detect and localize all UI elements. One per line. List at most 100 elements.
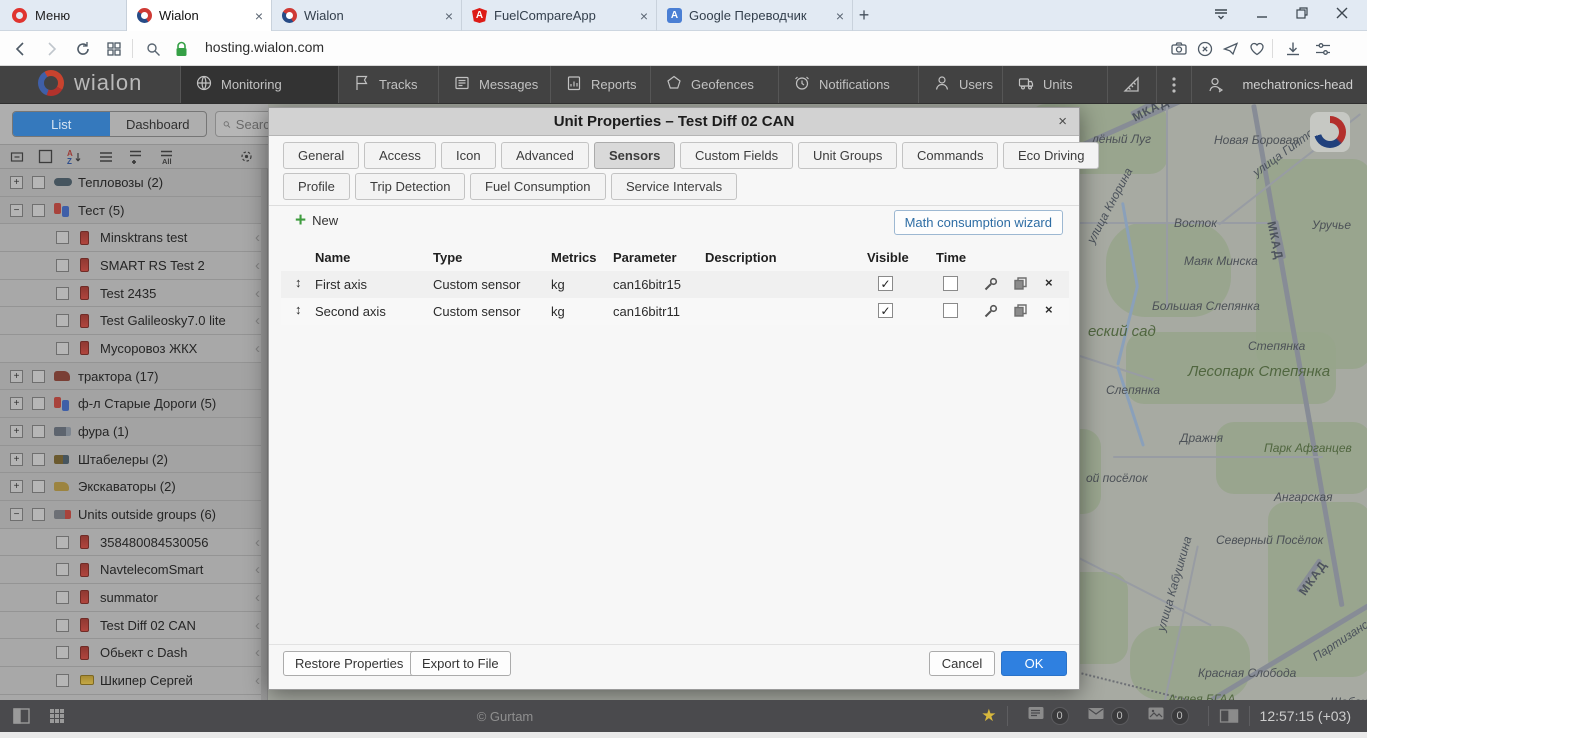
nav-item-geofences[interactable]: Geofences bbox=[650, 66, 778, 103]
close-window-button[interactable] bbox=[1335, 6, 1349, 25]
tree-item-label[interactable]: summator bbox=[100, 590, 158, 605]
browser-tab-1[interactable]: Wialon× bbox=[127, 0, 272, 31]
minimize-button[interactable] bbox=[1255, 6, 1269, 25]
tree-unit-row[interactable]: Test Galileosky7.0 lite ‹ bbox=[0, 307, 262, 335]
copy-icon[interactable] bbox=[1013, 303, 1028, 321]
ruler-tool-icon[interactable] bbox=[1107, 66, 1156, 103]
browser-tab-2[interactable]: Wialon× bbox=[272, 0, 462, 31]
username[interactable]: mechatronics-head bbox=[1240, 77, 1367, 92]
tree-group-row[interactable]: + Штабелеры (2) bbox=[0, 446, 262, 474]
tab-close-icon[interactable]: × bbox=[640, 8, 648, 24]
time-checkbox[interactable] bbox=[943, 276, 958, 291]
dialog-tab-access[interactable]: Access bbox=[364, 142, 436, 169]
url-text[interactable]: hosting.wialon.com bbox=[205, 39, 324, 55]
tree-item-label[interactable]: Шкипер Сергей bbox=[100, 673, 193, 688]
user-switch-icon[interactable] bbox=[1191, 66, 1240, 103]
tree-group-row[interactable]: −Units outside groups (6) bbox=[0, 501, 262, 529]
dialog-tab-icon[interactable]: Icon bbox=[441, 142, 496, 169]
nav-item-notifications[interactable]: Notifications bbox=[778, 66, 918, 103]
tree-checkbox[interactable] bbox=[56, 342, 69, 355]
tree-checkbox[interactable] bbox=[56, 619, 69, 632]
edit-wrench-icon[interactable] bbox=[983, 276, 999, 295]
visible-checkbox[interactable]: ✓ bbox=[878, 303, 893, 318]
tree-item-label[interactable]: фура (1) bbox=[78, 424, 129, 439]
restore-properties-button[interactable]: Restore Properties bbox=[283, 651, 415, 676]
tree-checkbox[interactable] bbox=[32, 453, 45, 466]
tree-checkbox[interactable] bbox=[56, 563, 69, 576]
select-all-checkbox-icon[interactable] bbox=[38, 149, 53, 164]
back-icon[interactable] bbox=[10, 38, 32, 60]
bookmark-heart-icon[interactable] bbox=[1246, 38, 1268, 60]
copy-icon[interactable] bbox=[1013, 276, 1028, 294]
tree-checkbox[interactable] bbox=[56, 231, 69, 244]
tree-unit-row[interactable]: Шкипер Сергей ‹ bbox=[0, 667, 262, 695]
drag-handle-icon[interactable]: ↕ bbox=[295, 302, 302, 317]
opera-menu-button[interactable]: Меню bbox=[0, 0, 127, 31]
dialog-tab-eco-driving[interactable]: Eco Driving bbox=[1003, 142, 1099, 169]
expand-icon[interactable]: + bbox=[10, 397, 23, 410]
tree-item-label[interactable]: Обьект с Dash bbox=[100, 645, 187, 660]
attach-chevron-icon[interactable]: ‹ bbox=[255, 340, 260, 357]
tree-unit-row[interactable]: SMART RS Test 2‹ bbox=[0, 252, 262, 280]
dialog-tab-service-intervals[interactable]: Service Intervals bbox=[611, 173, 737, 200]
add-to-list-icon[interactable] bbox=[129, 149, 146, 165]
new-sensor-button[interactable]: + New bbox=[295, 213, 338, 228]
attach-chevron-icon[interactable]: ‹ bbox=[255, 672, 260, 689]
tree-checkbox[interactable] bbox=[32, 370, 45, 383]
tree-unit-row[interactable]: Test Diff 02 CAN‹ bbox=[0, 612, 262, 640]
more-kebab-icon[interactable] bbox=[1156, 66, 1191, 103]
tree-item-label[interactable]: Штабелеры (2) bbox=[78, 452, 168, 467]
forward-icon[interactable] bbox=[40, 38, 62, 60]
tree-checkbox[interactable] bbox=[56, 674, 69, 687]
show-all-icon[interactable]: All bbox=[160, 149, 178, 165]
dialog-tab-advanced[interactable]: Advanced bbox=[501, 142, 589, 169]
tab-menu-icon[interactable] bbox=[1213, 5, 1229, 26]
tree-item-label[interactable]: Units outside groups (6) bbox=[78, 507, 216, 522]
tree-item-label[interactable]: Test 2435 bbox=[100, 286, 156, 301]
tree-checkbox[interactable] bbox=[56, 591, 69, 604]
attach-chevron-icon[interactable]: ‹ bbox=[255, 312, 260, 329]
nav-item-monitoring[interactable]: Monitoring bbox=[180, 66, 338, 103]
tree-item-label[interactable]: Тест (5) bbox=[78, 203, 124, 218]
nav-item-tracks[interactable]: Tracks bbox=[338, 66, 438, 103]
tree-unit-row[interactable]: 358480084530056‹ bbox=[0, 529, 262, 557]
collapse-all-icon[interactable] bbox=[10, 150, 24, 164]
tab-close-icon[interactable]: × bbox=[836, 8, 844, 24]
secure-lock-icon[interactable] bbox=[170, 38, 192, 60]
reload-icon[interactable] bbox=[72, 38, 94, 60]
tree-unit-row[interactable]: Обьект с Dash‹ bbox=[0, 639, 262, 667]
bottom-panel-icon[interactable] bbox=[1219, 708, 1239, 724]
tree-group-row[interactable]: + фура (1) bbox=[0, 418, 262, 446]
math-consumption-wizard-button[interactable]: Math consumption wizard bbox=[894, 210, 1063, 235]
delete-icon[interactable]: × bbox=[1045, 275, 1053, 290]
dialog-tab-custom-fields[interactable]: Custom Fields bbox=[680, 142, 793, 169]
tree-group-row[interactable]: +ф-л Старые Дороги (5) bbox=[0, 390, 262, 418]
expand-icon[interactable]: + bbox=[10, 453, 23, 466]
attach-chevron-icon[interactable]: ‹ bbox=[255, 534, 260, 551]
tree-unit-row[interactable]: Мусоровоз ЖКХ‹ bbox=[0, 335, 262, 363]
tree-unit-row[interactable]: Minsktrans test‹ bbox=[0, 224, 262, 252]
tree-unit-row[interactable]: NavtelecomSmart‹ bbox=[0, 556, 262, 584]
nav-item-users[interactable]: Users bbox=[918, 66, 1002, 103]
tab-dashboard[interactable]: Dashboard bbox=[110, 112, 207, 136]
collapse-icon[interactable]: − bbox=[10, 204, 23, 217]
attach-chevron-icon[interactable]: ‹ bbox=[255, 257, 260, 274]
download-icon[interactable] bbox=[1282, 38, 1304, 60]
delete-icon[interactable]: × bbox=[1045, 302, 1053, 317]
export-to-file-button[interactable]: Export to File bbox=[410, 651, 511, 676]
dialog-tab-unit-groups[interactable]: Unit Groups bbox=[798, 142, 897, 169]
tree-checkbox[interactable] bbox=[56, 536, 69, 549]
dialog-tab-fuel-consumption[interactable]: Fuel Consumption bbox=[470, 173, 606, 200]
tree-item-label[interactable]: Test Galileosky7.0 lite bbox=[100, 313, 226, 328]
expand-icon[interactable]: + bbox=[10, 425, 23, 438]
tree-group-row[interactable]: +трактора (17) bbox=[0, 363, 262, 391]
dialog-tab-sensors[interactable]: Sensors bbox=[594, 142, 675, 169]
drag-handle-icon[interactable]: ↕ bbox=[295, 275, 302, 290]
page-search-icon[interactable] bbox=[142, 38, 164, 60]
snapshot-camera-icon[interactable] bbox=[1168, 38, 1190, 60]
tab-list[interactable]: List bbox=[13, 112, 110, 136]
browser-tab-4[interactable]: AGoogle Переводчик× bbox=[657, 0, 853, 31]
nav-item-reports[interactable]: Reports bbox=[550, 66, 650, 103]
list-view-icon[interactable] bbox=[99, 150, 115, 164]
tree-checkbox[interactable] bbox=[32, 425, 45, 438]
